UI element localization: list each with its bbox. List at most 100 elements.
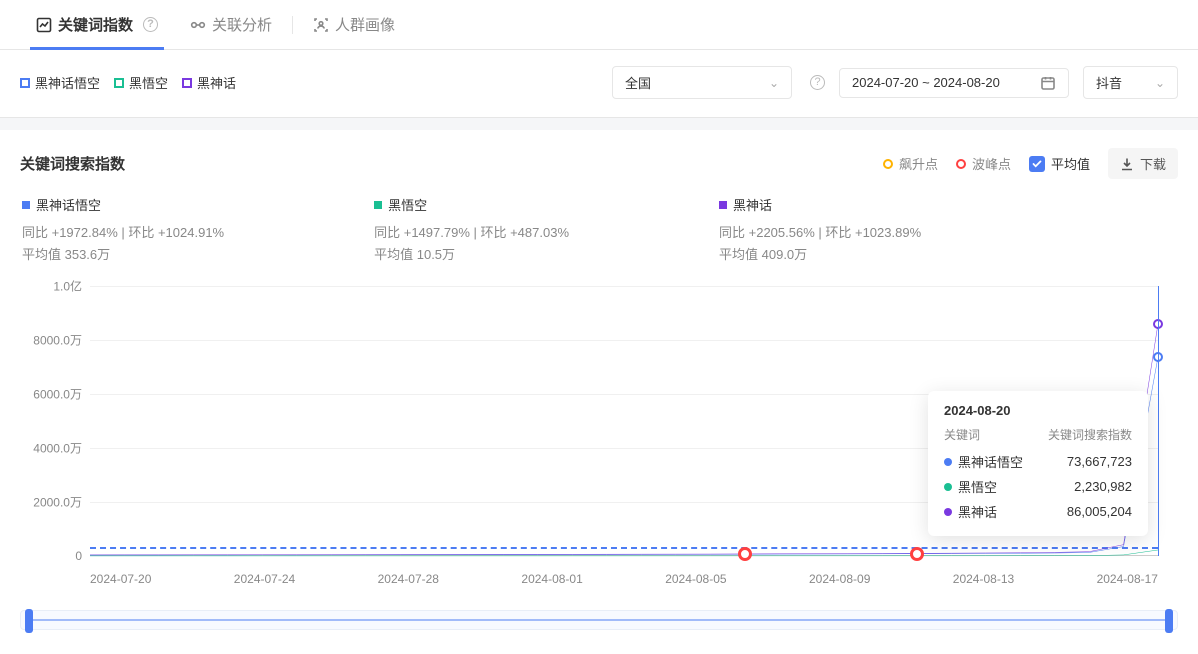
chevron-down-icon: ⌄ bbox=[1155, 76, 1165, 90]
stat-avg: 平均值 409.0万 bbox=[719, 244, 921, 266]
square-icon bbox=[20, 78, 30, 88]
x-tick: 2024-07-20 bbox=[90, 572, 151, 586]
tab-label: 关键词指数 bbox=[58, 14, 133, 35]
date-range-picker[interactable]: 2024-07-20 ~ 2024-08-20 bbox=[839, 68, 1069, 98]
tooltip-row-value: 86,005,204 bbox=[1067, 504, 1132, 519]
time-range-slider[interactable] bbox=[20, 610, 1178, 630]
stat-name-label: 黑神话 bbox=[733, 195, 772, 214]
legend-label: 黑神话悟空 bbox=[35, 73, 100, 92]
stat-change: 同比 +1497.79% | 环比 +487.03% bbox=[374, 222, 569, 244]
x-tick: 2024-08-01 bbox=[521, 572, 582, 586]
stat-name-label: 黑悟空 bbox=[388, 195, 427, 214]
x-tick: 2024-07-24 bbox=[234, 572, 295, 586]
stat-change: 同比 +1972.84% | 环比 +1024.91% bbox=[22, 222, 224, 244]
surge-label: 飙升点 bbox=[899, 154, 938, 173]
x-tick: 2024-08-05 bbox=[665, 572, 726, 586]
stat-avg: 平均值 10.5万 bbox=[374, 244, 569, 266]
calendar-icon bbox=[1040, 75, 1056, 91]
tooltip-row: 黑神话悟空 73,667,723 bbox=[944, 449, 1132, 474]
legend-label: 黑悟空 bbox=[129, 73, 168, 92]
tab-correlation[interactable]: 关联分析 bbox=[174, 0, 288, 49]
square-icon bbox=[114, 78, 124, 88]
dot-icon bbox=[944, 483, 952, 491]
user-scan-icon bbox=[313, 17, 329, 33]
stat-change: 同比 +2205.56% | 环比 +1023.89% bbox=[719, 222, 921, 244]
tooltip-row-value: 73,667,723 bbox=[1067, 454, 1132, 469]
checkbox-checked-icon bbox=[1029, 156, 1045, 172]
hover-line bbox=[1158, 286, 1159, 556]
dot-icon bbox=[944, 458, 952, 466]
stat-name-label: 黑神话悟空 bbox=[36, 195, 101, 214]
platform-select[interactable]: 抖音 ⌄ bbox=[1083, 66, 1178, 99]
tooltip-row: 黑悟空 2,230,982 bbox=[944, 474, 1132, 499]
region-select[interactable]: 全国 ⌄ bbox=[612, 66, 792, 99]
tooltip-row-value: 2,230,982 bbox=[1074, 479, 1132, 494]
chart-card: 关键词搜索指数 飙升点 波峰点 平均值 下载 黑神话悟空同比 +1972. bbox=[0, 130, 1198, 654]
download-label: 下载 bbox=[1140, 154, 1166, 173]
tooltip-row-name: 黑神话悟空 bbox=[958, 452, 1023, 471]
stats-row: 黑神话悟空同比 +1972.84% | 环比 +1024.91%平均值 353.… bbox=[20, 195, 1178, 266]
chevron-down-icon: ⌄ bbox=[769, 76, 779, 90]
surge-legend: 飙升点 bbox=[883, 154, 938, 173]
divider bbox=[292, 16, 293, 34]
help-icon[interactable]: ? bbox=[810, 75, 825, 90]
tooltip-col-value: 关键词搜索指数 bbox=[1048, 426, 1132, 443]
keyword-legend: 黑神话悟空 黑悟空 黑神话 bbox=[20, 73, 236, 92]
x-tick: 2024-08-09 bbox=[809, 572, 870, 586]
stat-avg: 平均值 353.6万 bbox=[22, 244, 224, 266]
y-tick: 8000.0万 bbox=[33, 332, 82, 349]
range-handle-start[interactable] bbox=[25, 609, 33, 633]
section-title: 关键词搜索指数 bbox=[20, 153, 125, 174]
legend-item[interactable]: 黑神话悟空 bbox=[20, 73, 100, 92]
surge-icon bbox=[883, 159, 893, 169]
square-icon bbox=[719, 201, 727, 209]
y-axis: 02000.0万4000.0万6000.0万8000.0万1.0亿 bbox=[20, 286, 90, 556]
peak-marker bbox=[910, 547, 924, 561]
tab-audience[interactable]: 人群画像 bbox=[297, 0, 411, 49]
tab-label: 关联分析 bbox=[212, 14, 272, 35]
dot-icon bbox=[944, 508, 952, 516]
tabs-bar: 关键词指数 ? 关联分析 人群画像 bbox=[0, 0, 1198, 50]
avg-label: 平均值 bbox=[1051, 154, 1090, 173]
tab-keyword-index[interactable]: 关键词指数 ? bbox=[20, 0, 174, 49]
square-icon bbox=[182, 78, 192, 88]
help-icon[interactable]: ? bbox=[143, 17, 158, 32]
legend-item[interactable]: 黑悟空 bbox=[114, 73, 168, 92]
legend-item[interactable]: 黑神话 bbox=[182, 73, 236, 92]
filters-row: 黑神话悟空 黑悟空 黑神话 全国 ⌄ ? 2024-07-20 ~ 2024-0… bbox=[0, 50, 1198, 118]
avg-toggle[interactable]: 平均值 bbox=[1029, 154, 1090, 173]
square-icon bbox=[22, 201, 30, 209]
x-tick: 2024-07-28 bbox=[378, 572, 439, 586]
peak-label: 波峰点 bbox=[972, 154, 1011, 173]
square-icon bbox=[374, 201, 382, 209]
region-value: 全国 bbox=[625, 73, 651, 92]
line-chart[interactable]: 02000.0万4000.0万6000.0万8000.0万1.0亿 2024-0… bbox=[20, 286, 1178, 596]
peak-legend: 波峰点 bbox=[956, 154, 1011, 173]
tooltip-date: 2024-08-20 bbox=[944, 403, 1132, 418]
platform-value: 抖音 bbox=[1096, 73, 1122, 92]
range-handle-end[interactable] bbox=[1165, 609, 1173, 633]
stat-block: 黑悟空同比 +1497.79% | 环比 +487.03%平均值 10.5万 bbox=[374, 195, 569, 266]
download-icon bbox=[1120, 157, 1134, 171]
stat-block: 黑神话同比 +2205.56% | 环比 +1023.89%平均值 409.0万 bbox=[719, 195, 921, 266]
chart-icon bbox=[36, 17, 52, 33]
date-range-value: 2024-07-20 ~ 2024-08-20 bbox=[852, 75, 1000, 90]
y-tick: 2000.0万 bbox=[33, 494, 82, 511]
download-button[interactable]: 下载 bbox=[1108, 148, 1178, 179]
tab-label: 人群画像 bbox=[335, 14, 395, 35]
x-tick: 2024-08-17 bbox=[1097, 572, 1158, 586]
peak-marker bbox=[738, 547, 752, 561]
tooltip-row-name: 黑神话 bbox=[958, 502, 997, 521]
range-track bbox=[31, 620, 1167, 621]
y-tick: 6000.0万 bbox=[33, 386, 82, 403]
tooltip: 2024-08-20 关键词 关键词搜索指数 黑神话悟空73,667,723黑悟… bbox=[928, 391, 1148, 536]
connection-icon bbox=[190, 17, 206, 33]
x-axis: 2024-07-20 2024-07-24 2024-07-28 2024-08-01… bbox=[90, 572, 1158, 586]
tooltip-row: 黑神话 86,005,204 bbox=[944, 499, 1132, 524]
x-tick: 2024-08-13 bbox=[953, 572, 1014, 586]
tooltip-row-name: 黑悟空 bbox=[958, 477, 997, 496]
y-tick: 1.0亿 bbox=[53, 278, 82, 295]
stat-block: 黑神话悟空同比 +1972.84% | 环比 +1024.91%平均值 353.… bbox=[22, 195, 224, 266]
y-tick: 0 bbox=[75, 549, 82, 563]
y-tick: 4000.0万 bbox=[33, 440, 82, 457]
